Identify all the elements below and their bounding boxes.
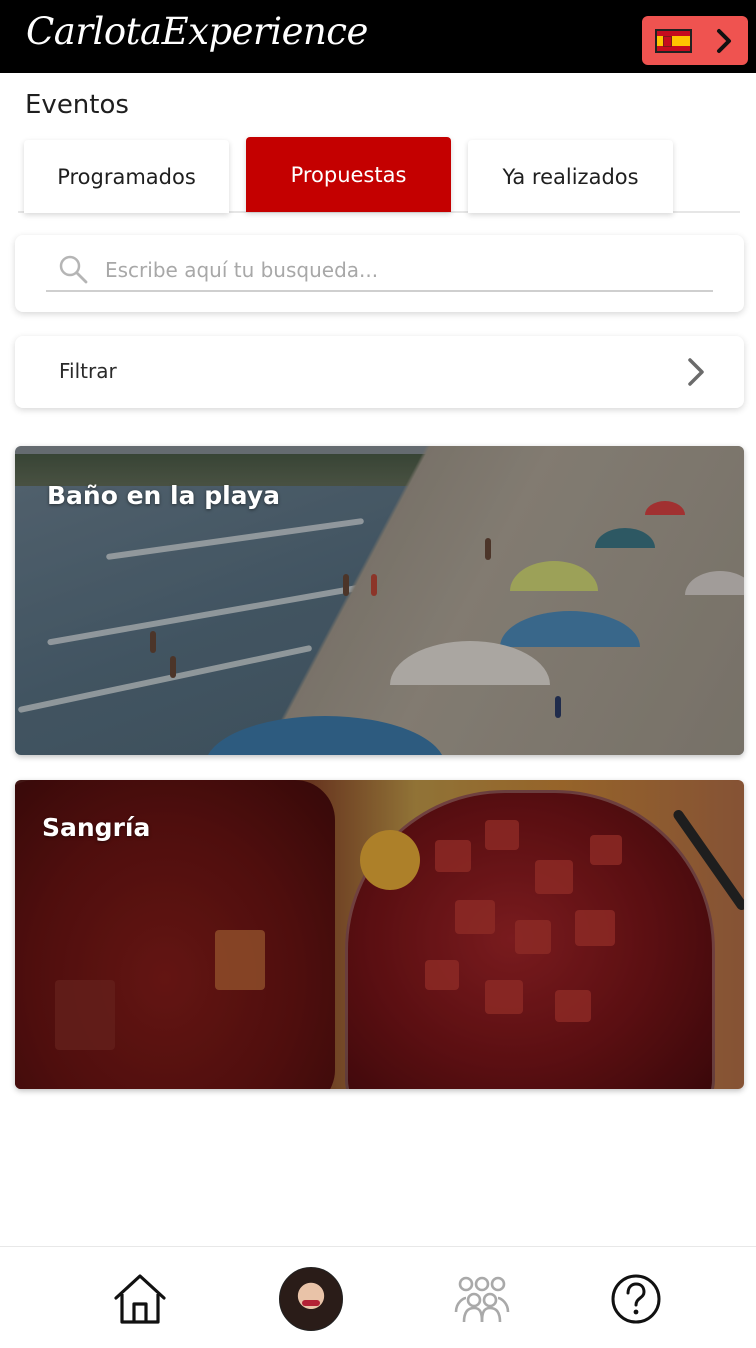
nav-community[interactable] xyxy=(450,1267,514,1331)
tab-label: Programados xyxy=(57,164,196,189)
filter-button[interactable]: Filtrar xyxy=(15,336,744,408)
chevron-right-icon xyxy=(717,28,731,53)
search-underline xyxy=(46,290,713,292)
search-icon[interactable] xyxy=(58,254,88,284)
tab-propuestas[interactable]: Propuestas xyxy=(246,137,451,212)
event-title: Sangría xyxy=(42,813,151,842)
nav-home[interactable] xyxy=(108,1267,172,1331)
tab-label: Ya realizados xyxy=(502,164,639,189)
help-icon xyxy=(611,1274,661,1324)
language-selector-button[interactable] xyxy=(642,16,748,65)
profile-avatar xyxy=(279,1267,343,1331)
nav-profile[interactable] xyxy=(279,1267,343,1331)
page-title: Eventos xyxy=(25,90,129,120)
app-logo: CarlotaExperience xyxy=(26,10,368,53)
search-card xyxy=(15,235,744,312)
event-title: Baño en la playa xyxy=(47,481,280,510)
spain-flag-icon xyxy=(655,28,692,53)
tab-label: Propuestas xyxy=(290,162,407,187)
tab-ya-realizados[interactable]: Ya realizados xyxy=(468,140,673,213)
search-input[interactable] xyxy=(105,253,705,287)
filter-label: Filtrar xyxy=(59,359,117,383)
home-icon xyxy=(114,1274,166,1324)
event-card-beach[interactable]: Baño en la playa xyxy=(15,446,744,755)
app-header: CarlotaExperience xyxy=(0,0,756,73)
tab-programados[interactable]: Programados xyxy=(24,140,229,213)
group-icon xyxy=(454,1276,510,1323)
event-card-sangria[interactable]: Sangría xyxy=(15,780,744,1089)
nav-help[interactable] xyxy=(604,1267,668,1331)
chevron-right-icon xyxy=(688,358,704,386)
bottom-navigation xyxy=(0,1246,756,1348)
